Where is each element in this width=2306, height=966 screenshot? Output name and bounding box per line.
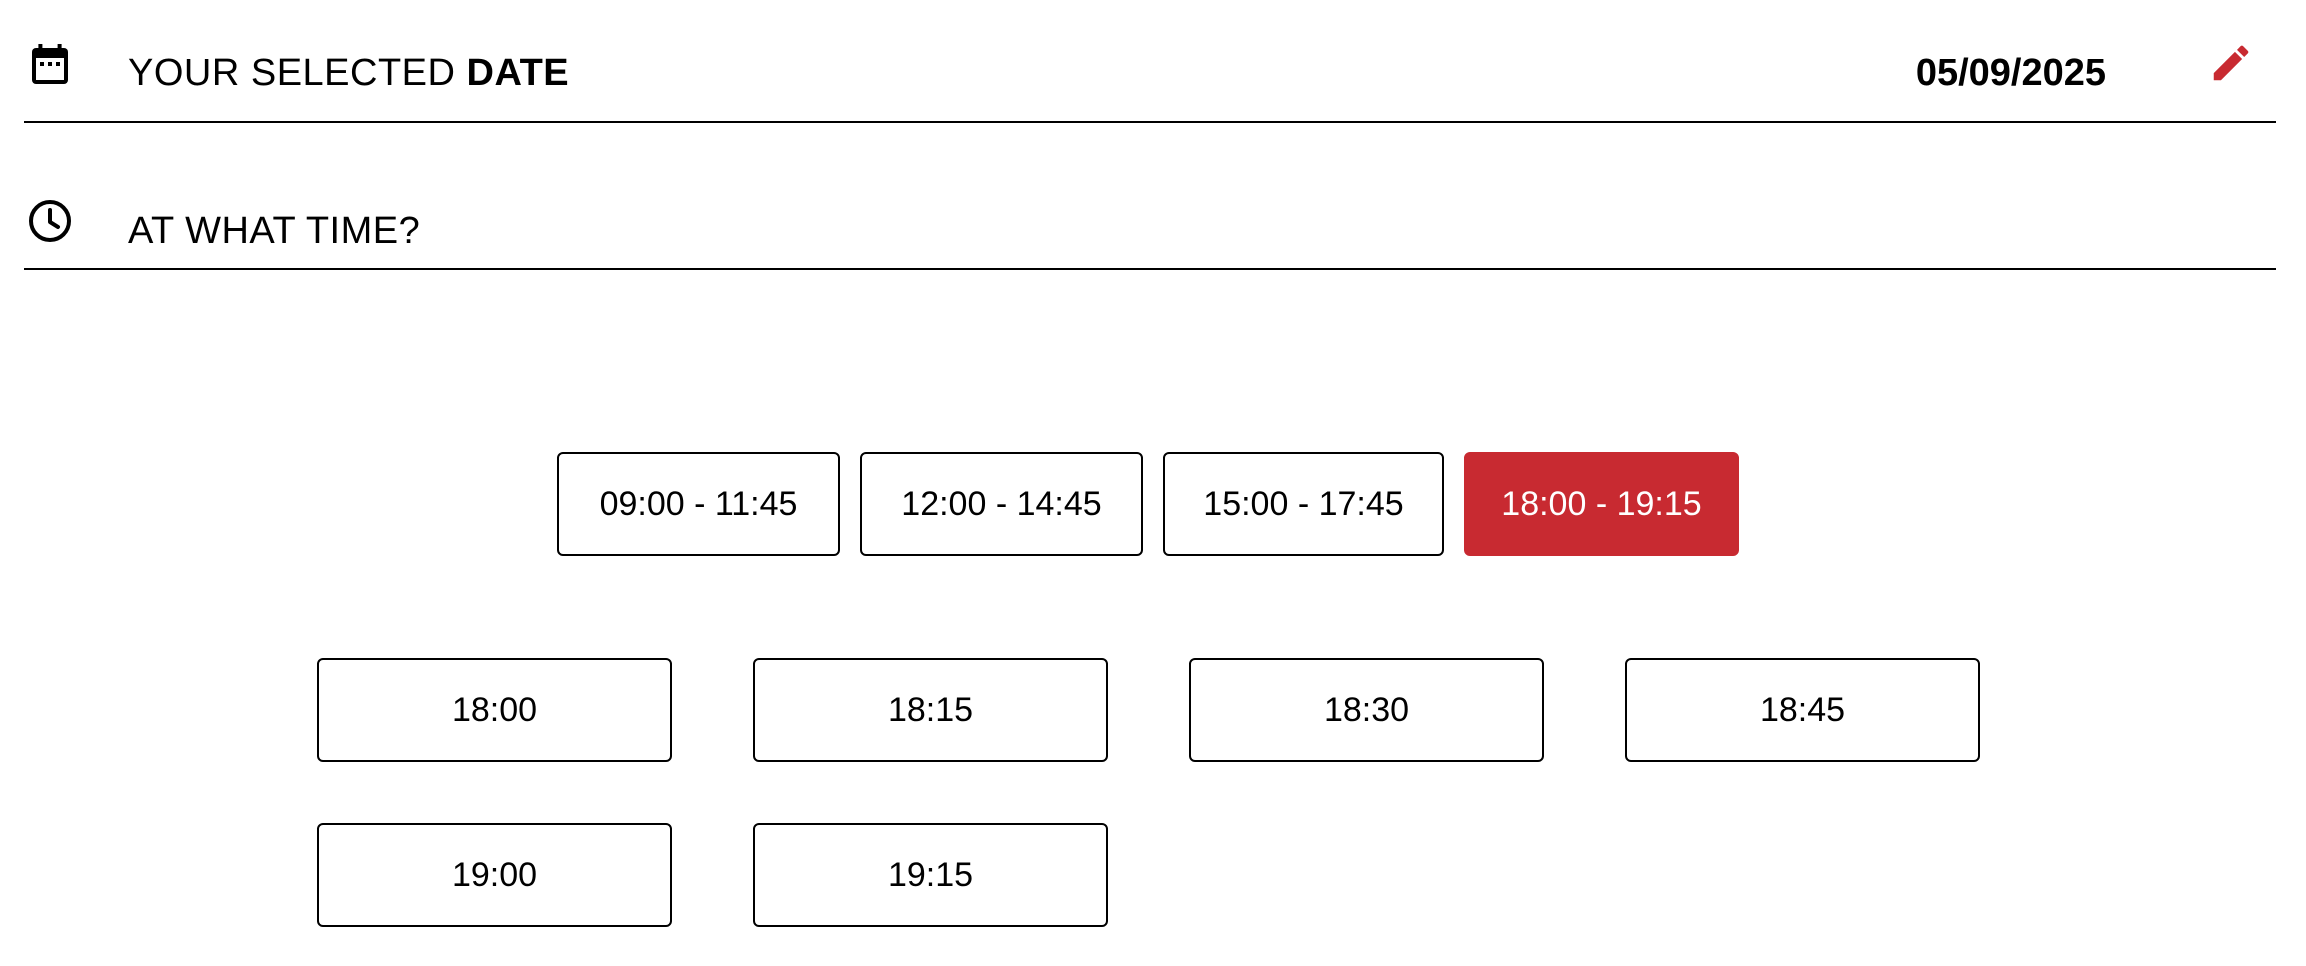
selected-date-label-prefix: YOUR SELECTED <box>128 52 467 94</box>
selected-date-label: YOUR SELECTED DATE <box>128 49 569 97</box>
time-slot-button[interactable]: 18:00 <box>317 658 672 762</box>
time-range-button[interactable]: 15:00 - 17:45 <box>1163 452 1444 556</box>
pencil-icon[interactable] <box>2208 40 2254 86</box>
time-prompt-label: AT WHAT TIME? <box>128 210 421 252</box>
clock-icon <box>29 200 71 242</box>
time-range-button[interactable]: 09:00 - 11:45 <box>557 452 840 556</box>
time-slot-button[interactable]: 18:15 <box>753 658 1108 762</box>
time-slot-button[interactable]: 18:45 <box>1625 658 1980 762</box>
selected-date-row: YOUR SELECTED DATE 05/09/2025 <box>24 0 2276 123</box>
selected-date-value: 05/09/2025 <box>1915 52 2106 94</box>
time-range-button[interactable]: 12:00 - 14:45 <box>860 452 1143 556</box>
time-slot-button[interactable]: 19:00 <box>317 823 672 927</box>
selected-date-label-emphasis: DATE <box>466 52 570 94</box>
calendar-icon <box>32 44 68 84</box>
time-slot-button[interactable]: 18:30 <box>1189 658 1544 762</box>
time-slot-button[interactable]: 19:15 <box>753 823 1108 927</box>
time-range-button-selected[interactable]: 18:00 - 19:15 <box>1464 452 1739 556</box>
time-prompt-row: AT WHAT TIME? <box>24 160 2276 270</box>
